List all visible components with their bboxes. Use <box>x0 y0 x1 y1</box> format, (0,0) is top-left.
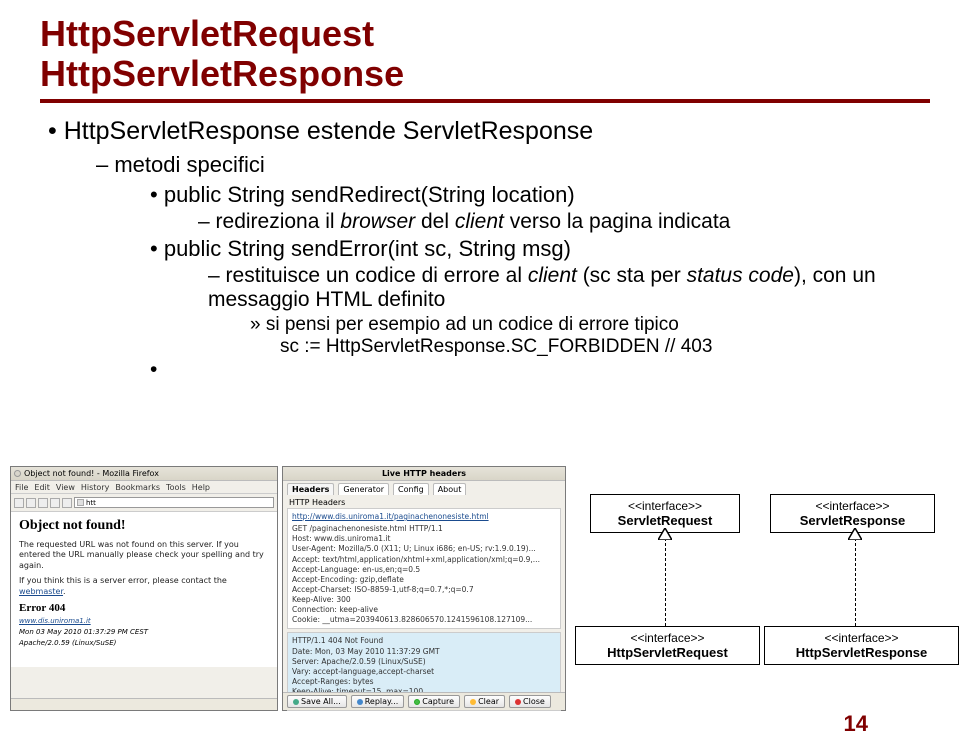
bullet-l3b: • public String sendError(int sc, String… <box>150 236 930 262</box>
forward-button[interactable] <box>26 498 36 508</box>
headers-buttonbar: Save All... Replay... Capture Clear Clos… <box>283 692 565 710</box>
title-rule <box>40 99 930 103</box>
reload-button[interactable] <box>38 498 48 508</box>
bullet-l5: si pensi per esempio ad un codice di err… <box>250 314 930 336</box>
bullet-l1: • HttpServletResponse estende ServletRes… <box>48 117 930 146</box>
browser-toolbar: htt <box>11 494 277 512</box>
clear-icon <box>470 699 476 705</box>
replay-icon <box>357 699 363 705</box>
sc-line: sc := HttpServletResponse.SC_FORBIDDEN /… <box>280 336 930 358</box>
request-box: http://www.dis.uniroma1.it/paginachenone… <box>287 508 561 629</box>
request-url: http://www.dis.uniroma1.it/paginachenone… <box>292 512 556 522</box>
title-line1: HttpServletRequest <box>40 13 374 54</box>
browser-viewport: Object not found! The requested URL was … <box>11 512 277 667</box>
save-all-button[interactable]: Save All... <box>287 695 347 708</box>
tab-generator[interactable]: Generator <box>338 483 389 495</box>
capture-button[interactable]: Capture <box>408 695 460 708</box>
back-button[interactable] <box>14 498 24 508</box>
close-button[interactable]: Close <box>509 695 551 708</box>
server-link[interactable]: www.dis.uniroma1.it <box>19 617 91 625</box>
error-heading: Object not found! <box>19 518 269 534</box>
bullet-l4b: restituisce un codice di errore al clien… <box>208 264 930 312</box>
stop-button[interactable] <box>50 498 60 508</box>
timestamp: Mon 03 May 2010 01:37:29 PM CEST <box>19 628 269 636</box>
uml-httpservletrequest: <<interface>> HttpServletRequest <box>575 626 760 665</box>
browser-statusbar <box>11 698 277 710</box>
uml-httpservletresponse: <<interface>> HttpServletResponse <box>764 626 959 665</box>
headers-section-label: HTTP Headers <box>283 495 565 508</box>
arrow-head-icon <box>658 528 672 540</box>
headers-tabs[interactable]: Headers Generator Config About <box>283 481 565 495</box>
tab-config[interactable]: Config <box>393 483 429 495</box>
error-text-1: The requested URL was not found on this … <box>19 540 269 571</box>
browser-titlebar: Object not found! - Mozilla Firefox <box>11 467 277 481</box>
uml-arrow-right <box>855 538 856 626</box>
arrow-head-icon <box>848 528 862 540</box>
home-button[interactable] <box>62 498 72 508</box>
browser-menu[interactable]: File Edit View History Bookmarks Tools H… <box>11 481 277 494</box>
bullet-l4a: redireziona il browser del client verso … <box>198 210 930 234</box>
server-sig: Apache/2.0.59 (Linux/SuSE) <box>19 639 269 647</box>
favicon-icon <box>77 499 84 506</box>
uml-arrow-left <box>665 538 666 626</box>
titlebar-icon <box>14 470 21 477</box>
save-icon <box>293 699 299 705</box>
capture-icon <box>414 699 420 705</box>
error-code: Error 404 <box>19 602 269 614</box>
webmaster-link[interactable]: webmaster <box>19 587 63 596</box>
error-text-2: If you think this is a server error, ple… <box>19 576 269 597</box>
replay-button[interactable]: Replay... <box>351 695 405 708</box>
clear-button[interactable]: Clear <box>464 695 505 708</box>
tab-about[interactable]: About <box>433 483 467 495</box>
close-icon <box>515 699 521 705</box>
browser-window: Object not found! - Mozilla Firefox File… <box>10 466 278 711</box>
bullet-l3a: • public String sendRedirect(String loca… <box>150 182 930 208</box>
http-headers-window: Live HTTP headers Headers Generator Conf… <box>282 466 566 711</box>
headers-titlebar: Live HTTP headers <box>283 467 565 481</box>
bullet-l2: metodi specifici <box>96 152 930 178</box>
title-line2: HttpServletResponse <box>40 53 404 94</box>
browser-title: Object not found! - Mozilla Firefox <box>24 469 159 478</box>
page-number: 14 <box>844 711 868 737</box>
tab-headers[interactable]: Headers <box>287 483 334 495</box>
slide-title: HttpServletRequest HttpServletResponse <box>40 14 930 93</box>
address-bar[interactable]: htt <box>74 497 274 508</box>
